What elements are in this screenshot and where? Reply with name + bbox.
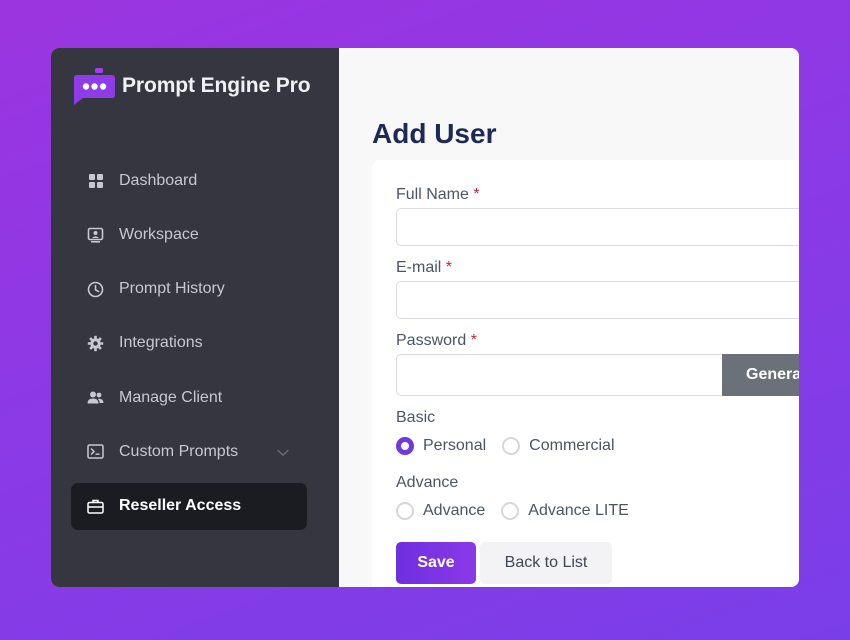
sidebar-item-label: Integrations [119, 334, 203, 352]
save-button[interactable]: Save [396, 542, 476, 584]
radio-personal[interactable]: Personal [396, 437, 486, 455]
workspace-icon [87, 226, 104, 243]
grid-icon [87, 172, 104, 189]
generate-password-button[interactable]: Generate [722, 354, 799, 396]
clock-icon [87, 281, 104, 298]
radio-commercial[interactable]: Commercial [502, 437, 615, 455]
main-content: Add User Full Name * E-mail * Password *… [339, 48, 799, 587]
sidebar-item-integrations[interactable]: Integrations [71, 320, 307, 367]
radio-advance[interactable]: Advance [396, 502, 485, 520]
required-marker: * [470, 332, 477, 349]
required-marker: * [445, 259, 453, 276]
sidebar-item-label: Dashboard [119, 171, 198, 189]
password-input[interactable] [396, 354, 726, 396]
basic-label: Basic [396, 409, 436, 426]
chat-bot-logo-icon [71, 68, 115, 105]
sidebar-item-label: Prompt History [119, 280, 225, 298]
sidebar-item-label: Workspace [119, 225, 199, 243]
full-name-label: Full Name * [396, 186, 480, 203]
email-label: E-mail * [396, 259, 453, 276]
full-name-input[interactable] [396, 208, 799, 246]
sidebar-item-label: Custom Prompts [119, 442, 239, 460]
radio-advance-lite[interactable]: Advance LITE [501, 502, 629, 520]
gear-icon [87, 335, 104, 352]
sidebar-item-manage-client[interactable]: Manage Client [71, 374, 307, 421]
required-marker: * [473, 186, 480, 203]
sidebar-item-workspace[interactable]: Workspace [71, 211, 307, 258]
radio-unchecked-icon[interactable] [501, 502, 520, 520]
password-label: Password * [396, 332, 477, 349]
sidebar-item-reseller-access[interactable]: Reseller Access [71, 482, 307, 530]
sidebar-item-label: Manage Client [119, 388, 223, 406]
add-user-form: Full Name * E-mail * Password * Generate… [372, 160, 799, 587]
sidebar-item-custom-prompts[interactable]: Custom Prompts [71, 428, 307, 475]
sidebar-item-label: Reseller Access [119, 497, 242, 515]
sidebar: Prompt Engine Pro Dashboard Workspace Pr… [51, 48, 339, 587]
sidebar-nav: Dashboard Workspace Prompt History Integ… [71, 157, 307, 537]
chevron-down-icon[interactable] [277, 444, 289, 462]
briefcase-icon [87, 498, 104, 515]
radio-unchecked-icon[interactable] [502, 437, 521, 455]
page-title: Add User [372, 118, 497, 149]
radio-checked-icon[interactable] [396, 437, 414, 455]
sidebar-item-dashboard[interactable]: Dashboard [71, 157, 307, 204]
email-input[interactable] [396, 281, 799, 319]
sidebar-item-prompt-history[interactable]: Prompt History [71, 266, 307, 313]
radio-unchecked-icon[interactable] [396, 502, 414, 520]
basic-radio-group: Personal Commercial [396, 437, 631, 455]
brand[interactable]: Prompt Engine Pro [71, 68, 311, 105]
users-icon [87, 389, 104, 406]
back-to-list-button[interactable]: Back to List [480, 542, 612, 584]
app-window: Prompt Engine Pro Dashboard Workspace Pr… [51, 48, 799, 587]
advance-radio-group: Advance Advance LITE [396, 502, 645, 520]
advance-label: Advance [396, 474, 459, 491]
terminal-icon [87, 443, 104, 460]
app-title: Prompt Engine Pro [122, 74, 311, 97]
